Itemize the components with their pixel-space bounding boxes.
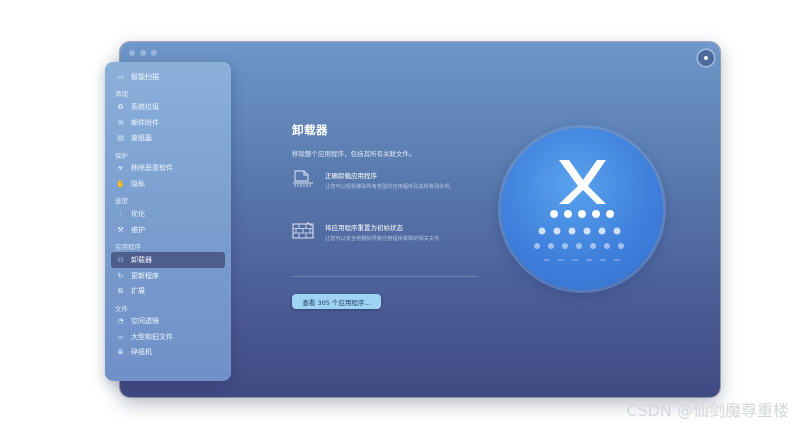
minimize-window-button[interactable] [140, 50, 146, 56]
folder-icon: ▱ [117, 332, 124, 341]
page-title: 卸载器 [292, 123, 328, 137]
sidebar-item-label: 邮件附件 [131, 118, 159, 127]
sidebar-item-label: 维护 [131, 225, 145, 234]
sidebar-item-hand[interactable]: ✋ 隐私 [111, 176, 225, 192]
recycle-icon: ♻ [117, 102, 124, 111]
sidebar-list: ▭ 智能扫描 清理 ♻ 系统垃圾 ✉ 邮件附件 ▤ 废纸篓 保护 ☣ 移除恶意软件 ✋ 隐私 速度 ⫶ 优化 ⚒ 维… [111, 69, 225, 360]
sidebar-item-trash[interactable]: ▤ 废纸篓 [111, 130, 225, 146]
sidebar-section-header: 清理 [115, 90, 128, 99]
sidebar-item-envelope[interactable]: ✉ 邮件附件 [111, 115, 225, 131]
feature-description: 让您可以轻松移除所有类型的应用程序及其所有残余项。 [325, 184, 455, 190]
assistant-button[interactable] [698, 50, 714, 66]
biohazard-icon: ☣ [117, 164, 124, 173]
uninstaller-badge [501, 128, 663, 290]
sidebar-item-extension[interactable]: ⧉ 扩展 [111, 283, 225, 299]
window-controls [129, 50, 157, 56]
sidebar-item-label: 废纸篓 [131, 134, 152, 143]
feature-uninstall: 正确卸载应用程序 让您可以轻松移除所有类型的应用程序及其所有残余项。 [292, 170, 492, 192]
watermark: CSDN @仙剑魔尊重楼 [626, 401, 789, 420]
sidebar-item-recycle[interactable]: ♻ 系统垃圾 [111, 99, 225, 115]
sidebar-item-label: 空间透镜 [131, 317, 159, 326]
brick-wall-icon [292, 222, 314, 239]
sidebar-section-header: 文件 [115, 304, 128, 313]
sidebar-item-folder[interactable]: ▱ 大型和旧文件 [111, 329, 225, 345]
sidebar-item-lens[interactable]: ◔ 空间透镜 [111, 314, 225, 330]
sidebar-section-header: 保护 [115, 151, 128, 160]
trash-icon: ▤ [117, 134, 124, 143]
sidebar-item-wrench[interactable]: ⚒ 维护 [111, 222, 225, 238]
uninstaller-icon: ⚇ [117, 255, 124, 264]
feature-title: 将应用程序重置为初始状态 [325, 224, 403, 232]
sidebar-item-label: 优化 [131, 210, 145, 219]
document-uninstall-icon [293, 170, 313, 187]
envelope-icon: ✉ [117, 118, 124, 127]
sidebar-item-label: 碎纸机 [131, 348, 152, 357]
shredder-icon: ≣ [117, 348, 124, 357]
wrench-icon: ⚒ [117, 225, 124, 234]
sidebar-item-label: 扩展 [131, 287, 145, 296]
sidebar-item-uninstaller[interactable]: ⚇ 卸载器 [111, 252, 225, 268]
zoom-window-button[interactable] [151, 50, 157, 56]
sidebar-item-label: 卸载器 [131, 255, 152, 264]
feature-title: 正确卸载应用程序 [325, 172, 377, 180]
sidebar-item-update[interactable]: ↻ 更新程序 [111, 268, 225, 284]
lens-icon: ◔ [117, 317, 124, 326]
uninstaller-logo-icon [534, 160, 624, 261]
feature-reset: 将应用程序重置为初始状态 让您可以安全地删除导致应用程序故障的相关文件。 [292, 222, 492, 244]
extension-icon: ⧉ [118, 286, 123, 295]
sidebar-section-header: 速度 [115, 197, 128, 206]
monitor-scan-icon: ▭ [117, 72, 124, 81]
sidebar-section-header: 应用程序 [115, 243, 141, 252]
sidebar-item-sliders[interactable]: ⫶ 优化 [111, 206, 225, 222]
view-applications-button[interactable]: 查看 305 个应用程序... [292, 294, 381, 309]
main-content: 卸载器 移除整个应用程序，包括其所有关联文件。 正确卸载应用程序 让您可以轻松移… [292, 122, 492, 242]
feature-description: 让您可以安全地删除导致应用程序故障的相关文件。 [325, 236, 445, 242]
sidebar-item-label: 移除恶意软件 [131, 164, 173, 173]
update-icon: ↻ [117, 271, 124, 280]
sidebar-item-label: 系统垃圾 [131, 102, 159, 111]
content-divider [292, 276, 478, 277]
close-window-button[interactable] [129, 50, 135, 56]
sidebar-item-label: 大型和旧文件 [131, 332, 173, 341]
page-subtitle: 移除整个应用程序，包括其所有关联文件。 [292, 150, 416, 158]
sliders-icon: ⫶ [119, 209, 122, 218]
sidebar: ▭ 智能扫描 清理 ♻ 系统垃圾 ✉ 邮件附件 ▤ 废纸篓 保护 ☣ 移除恶意软件 ✋ 隐私 速度 ⫶ 优化 ⚒ 维… [105, 62, 231, 381]
hand-icon: ✋ [116, 179, 125, 188]
sidebar-item-biohazard[interactable]: ☣ 移除恶意软件 [111, 161, 225, 177]
sidebar-item-label: 智能扫描 [131, 72, 159, 81]
sidebar-item-label: 更新程序 [131, 271, 159, 280]
sidebar-item-shredder[interactable]: ≣ 碎纸机 [111, 345, 225, 361]
assistant-icon [704, 56, 708, 60]
sidebar-item-label: 隐私 [131, 179, 145, 188]
sidebar-item-monitor-scan[interactable]: ▭ 智能扫描 [111, 69, 225, 85]
